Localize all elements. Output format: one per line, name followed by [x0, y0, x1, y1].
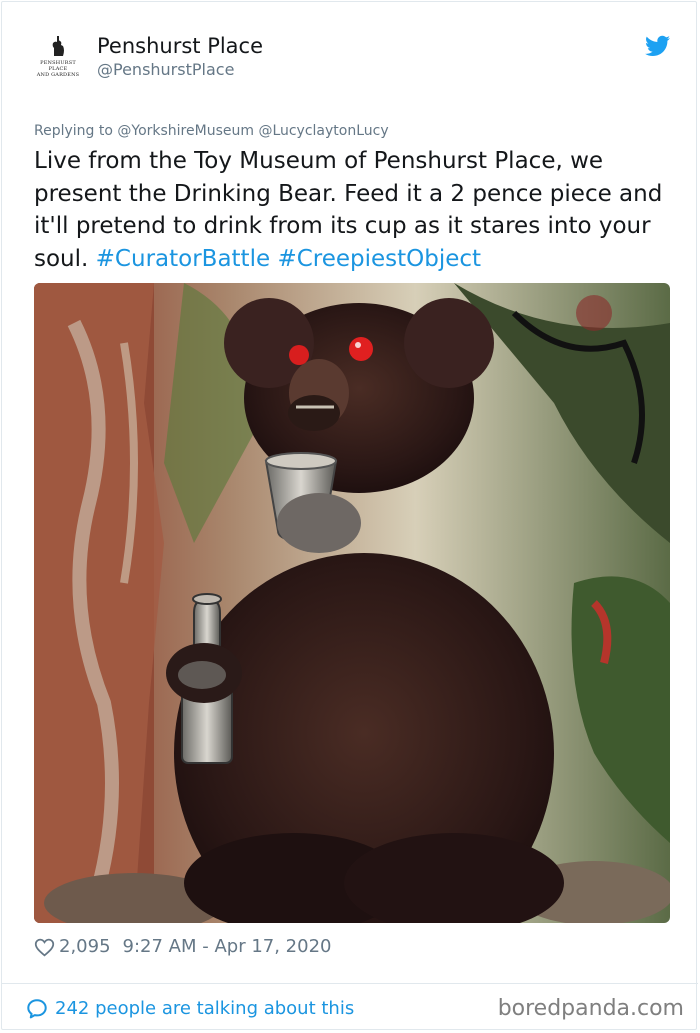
author-name[interactable]: Penshurst Place [97, 32, 263, 60]
tweet-header: PENSHURST PLACE AND GARDENS Penshurst Pl… [34, 28, 670, 88]
tweet-timestamp[interactable]: 9:27 AM - Apr 17, 2020 [123, 935, 332, 959]
tweet-photo[interactable] [34, 283, 670, 923]
speech-bubble-icon [27, 999, 47, 1019]
author-handle[interactable]: @PenshurstPlace [97, 60, 234, 80]
avatar[interactable]: PENSHURST PLACE AND GARDENS [34, 36, 82, 84]
drinking-bear-photo [34, 283, 670, 923]
watermark: boredpanda.com [497, 996, 684, 1021]
tweet-meta: 2,095 9:27 AM - Apr 17, 2020 [34, 935, 331, 959]
avatar-logo-text: PENSHURST PLACE AND GARDENS [34, 60, 82, 78]
like-count[interactable]: 2,095 [59, 935, 111, 959]
tweet-card: PENSHURST PLACE AND GARDENS Penshurst Pl… [1, 1, 698, 1030]
conversation-link[interactable]: 242 people are talking about this [26, 997, 354, 1021]
conversation-text: 242 people are talking about this [55, 998, 355, 1019]
bear-logo-icon [52, 36, 64, 56]
twitter-bird-icon[interactable] [645, 35, 670, 57]
hashtag-curatorbattle[interactable]: #CuratorBattle [96, 246, 270, 272]
heart-icon[interactable] [34, 937, 55, 958]
avatar-line-3: AND GARDENS [36, 72, 80, 78]
reply-context[interactable]: Replying to @YorkshireMuseum @Lucyclayto… [34, 122, 389, 140]
hashtag-creepiestobject[interactable]: #CreepiestObject [277, 246, 481, 272]
tweet-text: Live from the Toy Museum of Penshurst Pl… [34, 145, 674, 275]
divider [2, 983, 698, 984]
